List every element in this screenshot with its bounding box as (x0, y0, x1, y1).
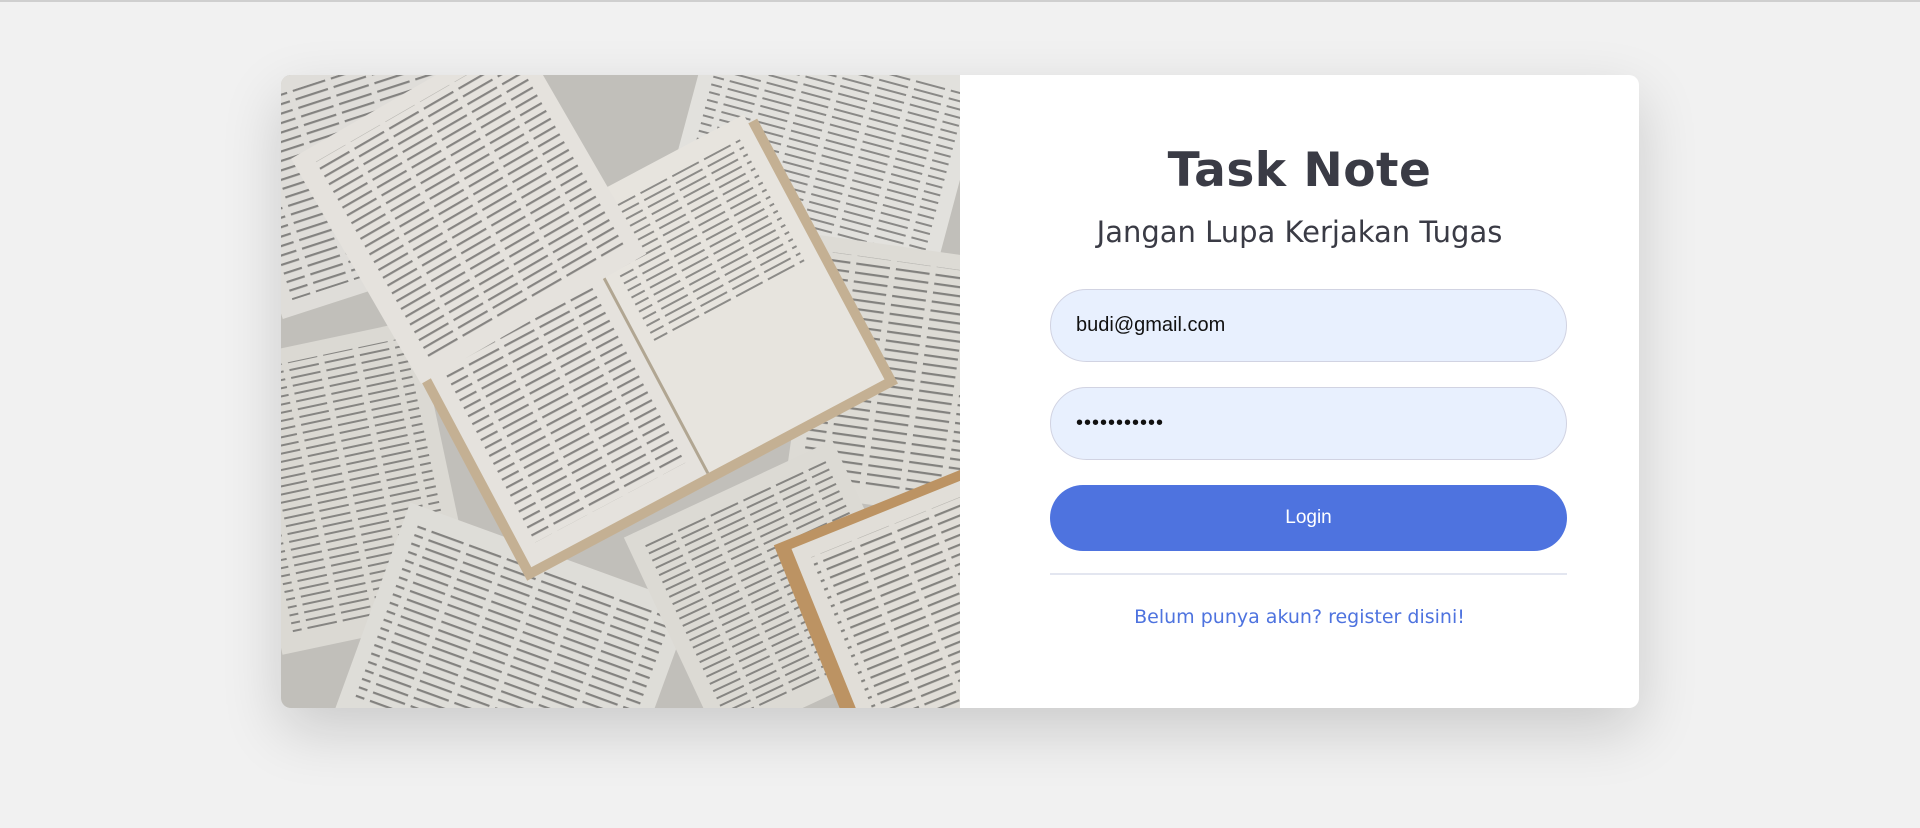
browser-top-border (0, 0, 1920, 2)
login-form-panel: Task Note Jangan Lupa Kerjakan Tugas Log… (960, 75, 1639, 708)
form-divider (1050, 573, 1567, 575)
app-title: Task Note (1167, 143, 1432, 198)
login-button[interactable]: Login (1050, 485, 1567, 551)
email-field[interactable] (1050, 289, 1567, 362)
password-field[interactable] (1050, 387, 1567, 460)
login-card: Task Note Jangan Lupa Kerjakan Tugas Log… (281, 75, 1639, 708)
register-link[interactable]: Belum punya akun? register disini! (960, 606, 1639, 628)
books-image (281, 75, 960, 708)
app-subtitle: Jangan Lupa Kerjakan Tugas (1096, 215, 1503, 249)
